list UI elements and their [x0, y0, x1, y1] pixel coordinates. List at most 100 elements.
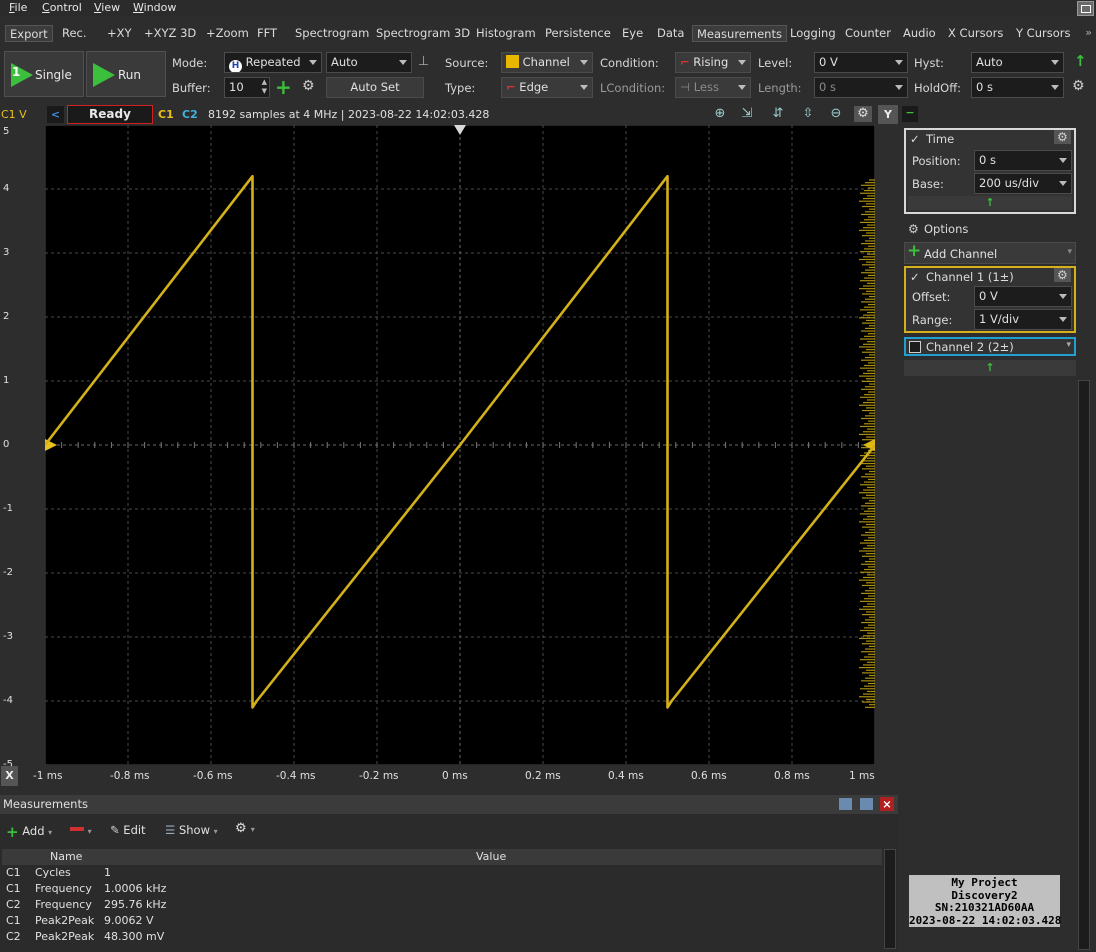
tab-spectrogram3d[interactable]: Spectrogram 3D	[372, 25, 474, 42]
stepper-arrows-icon[interactable]: ▲ ▼	[262, 78, 267, 96]
tab-y-cursors[interactable]: Y Cursors	[1012, 25, 1074, 42]
single-number: 1	[12, 65, 21, 79]
add-measurement-button[interactable]: + Add ▾	[6, 823, 52, 841]
single-button[interactable]: 1 Single	[4, 51, 84, 97]
source-select[interactable]: Channel	[501, 52, 593, 73]
time-check-icon[interactable]: ✓	[910, 132, 920, 146]
mode-auto-select[interactable]: Auto	[326, 52, 412, 73]
tab-logging[interactable]: Logging	[786, 25, 840, 42]
c2-label[interactable]: C2	[182, 108, 198, 121]
row-channel: C1	[6, 866, 21, 879]
oscilloscope-plot: 5 4 3 2 1 0 -1 -2 -3 -4 -5 X -1 ms -0.8 ms -0.6 ms -0…	[0, 125, 900, 792]
table-row[interactable]: C1 Cycles 1	[2, 865, 882, 881]
table-row[interactable]: C1 Peak2Peak 9.0062 V	[2, 913, 882, 929]
channel-apply-icon[interactable]: ↑	[904, 360, 1076, 376]
anchor-right-icon[interactable]: ⇳	[799, 106, 817, 122]
tab-audio[interactable]: Audio	[899, 25, 940, 42]
holdoff-input[interactable]: 0 s	[971, 77, 1064, 98]
ch2-checkbox[interactable]	[909, 341, 921, 353]
c1-data-point	[251, 175, 254, 177]
table-row[interactable]: C2 Frequency 295.76 kHz	[2, 897, 882, 913]
edit-measurement-button[interactable]: ✎ Edit	[110, 823, 146, 837]
tab-x-cursors[interactable]: X Cursors	[944, 25, 1007, 42]
zoom-out-icon[interactable]: ⊖	[827, 106, 845, 122]
trigger-settings-icon[interactable]: ⚙	[1072, 78, 1085, 94]
tab-export[interactable]: Export	[5, 25, 53, 42]
anchor-left-icon[interactable]: ⇲	[738, 106, 756, 122]
plot-header: C1 V < Ready C1 C2 8192 samples at 4 MHz…	[0, 104, 900, 125]
auto-set-button[interactable]: Auto Set	[326, 77, 424, 98]
window-restore-icon[interactable]	[1077, 1, 1094, 16]
c1-label[interactable]: C1	[158, 108, 174, 121]
lcondition-select[interactable]: ⊣ Less	[675, 77, 751, 98]
tab-fft[interactable]: FFT	[253, 25, 281, 42]
add-channel-button[interactable]: + Add Channel ▾	[904, 241, 1076, 264]
scope-canvas[interactable]	[45, 125, 875, 765]
tab-counter[interactable]: Counter	[841, 25, 895, 42]
condition-select[interactable]: ⌐ Rising	[675, 52, 751, 73]
offset-input[interactable]: 0 V	[974, 286, 1072, 307]
tab-eye[interactable]: Eye	[618, 25, 647, 42]
length-input[interactable]: 0 s	[814, 77, 908, 98]
menu-file[interactable]: File	[9, 1, 27, 14]
range-value: 1 V/div	[979, 312, 1020, 326]
buffer-settings-icon[interactable]: ⚙	[302, 78, 315, 94]
x-button[interactable]: X	[1, 766, 18, 786]
toolbar-tabs: Export Rec. +XY +XYZ 3D +Zoom FFT Spectr…	[0, 22, 1096, 44]
hyst-input[interactable]: Auto	[971, 52, 1064, 73]
tab-persistence[interactable]: Persistence	[541, 25, 615, 42]
y-button[interactable]: Y	[878, 105, 898, 124]
run-button[interactable]: Run	[86, 51, 166, 97]
mode-select[interactable]: H Repeated	[224, 52, 322, 73]
tab-measurements[interactable]: Measurements	[692, 25, 787, 42]
maximize-icon[interactable]	[860, 798, 873, 810]
tab-histogram[interactable]: Histogram	[472, 25, 540, 42]
position-value: 0 s	[979, 153, 996, 167]
menu-view[interactable]: View	[94, 1, 120, 14]
close-icon[interactable]: ×	[880, 797, 894, 811]
lcondition-label: LCondition:	[600, 81, 666, 95]
length-value: 0 s	[819, 80, 836, 94]
time-apply-icon[interactable]: ↑	[908, 196, 1072, 210]
table-row[interactable]: C2 Peak2Peak 48.300 mV	[2, 929, 882, 945]
tab-xy[interactable]: +XY	[103, 25, 136, 42]
show-measurement-button[interactable]: ☰ Show ▾	[165, 823, 218, 837]
time-settings-icon[interactable]: ⚙	[1054, 130, 1071, 144]
tab-rec[interactable]: Rec.	[58, 25, 91, 42]
table-row[interactable]: C1 Frequency 1.0006 kHz	[2, 881, 882, 897]
ch1-settings-icon[interactable]: ⚙	[1054, 268, 1071, 282]
measurements-scrollbar[interactable]	[884, 849, 896, 949]
zoom-in-icon[interactable]: ⊕	[711, 106, 729, 122]
buffer-stepper[interactable]: 10 ▲ ▼	[224, 77, 270, 98]
tab-zoom[interactable]: +Zoom	[202, 25, 253, 42]
tab-data[interactable]: Data	[653, 25, 688, 42]
menu-window[interactable]: Window	[133, 1, 176, 14]
collapse-arrow-icon[interactable]: <	[47, 106, 64, 123]
more-tabs-icon[interactable]: »	[1085, 26, 1092, 39]
range-input[interactable]: 1 V/div	[974, 309, 1072, 330]
add-buffer-icon[interactable]: +	[275, 75, 292, 99]
trigger-arrow-icon[interactable]: ↑	[1074, 52, 1087, 70]
menu-control[interactable]: Control	[42, 1, 82, 14]
remove-measurement-icon[interactable]: ▾	[70, 823, 92, 837]
right-panel: − ✓ Time ⚙ Position: 0 s Base: 200 us/di…	[900, 104, 1096, 952]
panel-scrollbar[interactable]	[1078, 380, 1090, 950]
pin-icon[interactable]: ⊥	[418, 54, 429, 69]
options-label[interactable]: Options	[924, 222, 968, 236]
ch1-check-icon[interactable]: ✓	[910, 270, 920, 284]
type-select[interactable]: ⌐ Edge	[501, 77, 593, 98]
anchor-center-icon[interactable]: ⇵	[769, 106, 787, 122]
tab-spectrogram[interactable]: Spectrogram	[291, 25, 373, 42]
mode-label: Mode:	[172, 56, 208, 70]
tab-xyz3d[interactable]: +XYZ 3D	[140, 25, 200, 42]
y-tick-label: 1	[3, 375, 10, 386]
measurements-toolbar: + Add ▾ ▾ ✎ Edit ☰ Show ▾ ⚙ ▾	[0, 817, 898, 843]
panel-collapse-icon[interactable]: −	[902, 106, 918, 122]
position-input[interactable]: 0 s	[974, 150, 1072, 171]
level-input[interactable]: 0 V	[814, 52, 908, 73]
measurements-settings-icon[interactable]: ⚙ ▾	[235, 821, 255, 836]
dock-icon[interactable]	[839, 798, 852, 810]
options-icon[interactable]: ⚙	[908, 222, 919, 236]
plot-settings-icon[interactable]: ⚙	[854, 106, 872, 122]
base-input[interactable]: 200 us/div	[974, 173, 1072, 194]
